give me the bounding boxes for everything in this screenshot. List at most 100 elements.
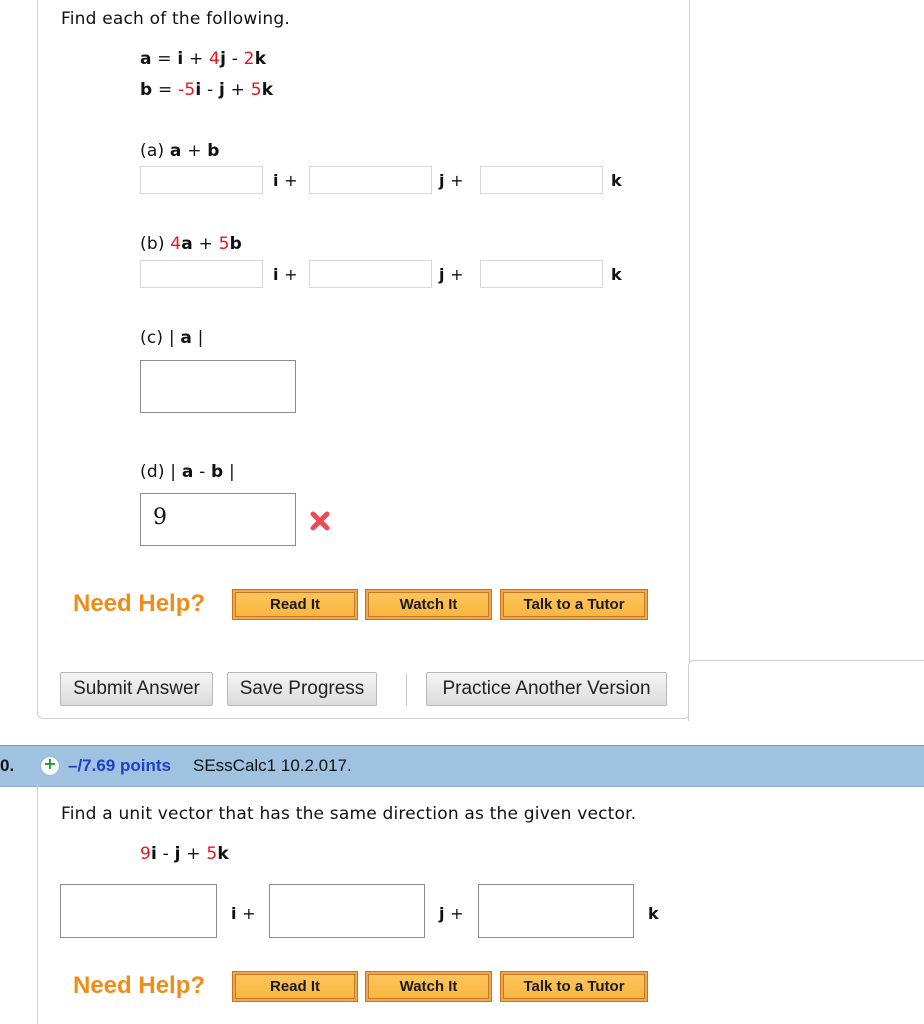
part-letter: (a) (140, 141, 165, 161)
operator: | (229, 462, 235, 482)
vector-a-definition: a = i + 4j - 2k (140, 49, 266, 69)
term: b (207, 141, 220, 161)
equals-sign: = (157, 49, 172, 69)
part-b-k-input[interactable] (480, 260, 603, 288)
term: i (151, 844, 158, 864)
question-source: SEssCalc1 10.2.017. (193, 756, 352, 775)
unit-vector-k-input[interactable] (478, 884, 634, 938)
term: a (169, 141, 182, 161)
operator: + (187, 141, 202, 161)
question-prompt: Find each of the following. (61, 9, 290, 29)
part-b-label: (b) 4a + 5b (140, 234, 242, 254)
given-vector: 9i - j + 5k (140, 844, 229, 864)
term: b (229, 234, 243, 254)
j-unit-label: j + (439, 265, 464, 284)
part-a-k-input[interactable] (480, 166, 603, 194)
coefficient: 5 (250, 80, 262, 100)
button-divider (406, 673, 407, 706)
operator: - (207, 80, 214, 100)
operator: - (231, 49, 239, 69)
talk-to-tutor-label: Talk to a Tutor (503, 592, 645, 617)
coefficient: 4 (170, 234, 182, 254)
part-d-label: (d) | a - b | (140, 462, 235, 482)
expand-plus-icon[interactable] (41, 754, 59, 775)
coefficient: 9 (140, 844, 152, 864)
practice-another-version-button[interactable]: Practice Another Version (426, 672, 667, 706)
equals-sign: = (157, 80, 173, 100)
term: a (180, 328, 193, 348)
watch-it-button[interactable]: Watch It (365, 971, 492, 1002)
part-letter: (b) (140, 234, 165, 254)
part-c-input[interactable] (140, 360, 296, 413)
i-unit-label: i + (273, 265, 298, 284)
coefficient: -5 (178, 80, 196, 100)
operator: + (230, 80, 246, 100)
read-it-label: Read It (235, 974, 355, 999)
operator: - (199, 462, 206, 482)
term: j (219, 80, 226, 100)
part-b-i-input[interactable] (140, 260, 263, 288)
part-a-j-input[interactable] (309, 166, 432, 194)
j-unit-label: j + (439, 904, 464, 923)
k-unit-label: k (648, 904, 659, 923)
watch-it-label: Watch It (368, 974, 489, 999)
question-10-prompt: Find a unit vector that has the same dir… (61, 804, 637, 824)
operator: + (198, 234, 214, 254)
vector-b-definition: b = -5i - j + 5k (140, 80, 273, 100)
question-10-card-border (37, 784, 38, 1024)
k-unit-label: k (611, 171, 622, 190)
coefficient: 4 (209, 49, 221, 69)
watch-it-label: Watch It (368, 592, 489, 617)
part-letter: (d) (140, 462, 165, 482)
term: i (195, 80, 202, 100)
talk-to-tutor-button[interactable]: Talk to a Tutor (500, 589, 648, 620)
operator: | (197, 328, 204, 348)
part-c-label: (c) | a | (140, 328, 204, 348)
term: i (177, 49, 184, 69)
term: k (254, 49, 267, 69)
vector-a-name: a (140, 49, 152, 69)
talk-to-tutor-label: Talk to a Tutor (503, 974, 645, 999)
read-it-label: Read It (235, 592, 355, 617)
term: j (174, 844, 181, 864)
incorrect-x-icon (310, 511, 330, 531)
coefficient: 5 (206, 844, 218, 864)
vector-b-name: b (140, 80, 153, 100)
read-it-button[interactable]: Read It (232, 589, 358, 620)
operator: + (188, 49, 204, 69)
part-letter: (c) (140, 328, 164, 348)
i-unit-label: i + (231, 904, 256, 923)
card-border-extension (688, 660, 924, 721)
term: a (181, 462, 194, 482)
operator: + (186, 844, 201, 864)
i-unit-label: i + (273, 171, 298, 190)
operator: | (170, 462, 177, 482)
save-progress-button[interactable]: Save Progress (227, 672, 377, 706)
need-help-label: Need Help? (73, 590, 206, 617)
operator: - (162, 844, 170, 864)
part-a-i-input[interactable] (140, 166, 263, 194)
unit-vector-j-input[interactable] (269, 884, 425, 938)
coefficient: 2 (243, 49, 255, 69)
term: k (217, 844, 229, 864)
unit-vector-i-input[interactable] (60, 884, 217, 938)
k-unit-label: k (611, 265, 622, 284)
part-b-j-input[interactable] (309, 260, 432, 288)
question-10-header: 0. –/7.69 points SEssCalc1 10.2.017. (0, 745, 924, 787)
watch-it-button[interactable]: Watch It (365, 589, 492, 620)
part-a-label: (a) a + b (140, 141, 220, 161)
j-unit-label: j + (439, 171, 464, 190)
term: j (220, 49, 227, 69)
points-link[interactable]: –/7.69 points (68, 756, 171, 776)
talk-to-tutor-button[interactable]: Talk to a Tutor (500, 971, 648, 1002)
operator: | (168, 328, 175, 348)
submit-answer-button[interactable]: Submit Answer (60, 672, 213, 706)
question-number: 0. (0, 756, 15, 775)
term: k (261, 80, 274, 100)
part-d-input[interactable]: 9 (140, 493, 296, 546)
term: b (211, 462, 224, 482)
term: a (181, 234, 193, 254)
coefficient: 5 (218, 234, 230, 254)
read-it-button[interactable]: Read It (232, 971, 358, 1002)
need-help-label: Need Help? (73, 972, 206, 999)
